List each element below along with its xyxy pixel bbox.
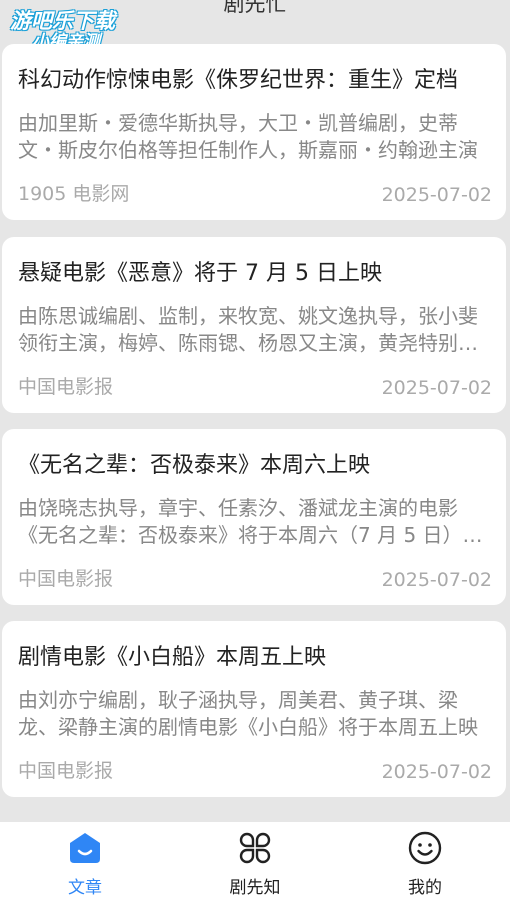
tab-articles[interactable]: 文章 — [0, 822, 170, 898]
article-title: 悬疑电影《恶意》将于 7 月 5 日上映 — [18, 261, 382, 286]
article-summary: 由饶晓志执导，章宇、任素汐、潘斌龙主演的电影《无名之辈：否极泰来》将于本周六（7… — [18, 496, 483, 547]
tab-mine[interactable]: 我的 — [340, 822, 510, 898]
article-summary: 由刘亦宁编剧，耿子涵执导，周美君、黄子琪、梁龙、梁静主演的剧情电影《小白船》将于… — [18, 688, 478, 739]
tab-label: 我的 — [408, 878, 442, 898]
article-title: 科幻动作惊悚电影《侏罗纪世界：重生》定档 — [18, 68, 459, 93]
watermark-line1: 游吧乐下载 — [10, 9, 115, 33]
article-date: 2025-07-02 — [381, 761, 492, 783]
tab-label: 文章 — [68, 878, 102, 898]
article-title: 剧情电影《小白船》本周五上映 — [18, 645, 327, 670]
article-card[interactable]: 科幻动作惊悚电影《侏罗纪世界：重生》定档 由加里斯・爱德华斯执导，大卫・凯普编剧… — [2, 44, 506, 220]
bottom-tab-bar: 文章 剧先知 我的 — [0, 822, 510, 898]
article-date: 2025-07-02 — [381, 184, 492, 206]
article-date: 2025-07-02 — [381, 569, 492, 591]
article-title: 《无名之辈：否极泰来》本周六上映 — [18, 453, 371, 478]
article-source: 中国电影报 — [18, 760, 114, 782]
article-summary: 由加里斯・爱德华斯执导，大卫・凯普编剧，史蒂文・斯皮尔伯格等担任制作人，斯嘉丽・… — [18, 111, 478, 162]
article-source: 1905 电影网 — [18, 183, 130, 205]
article-card[interactable]: 剧情电影《小白船》本周五上映 由刘亦宁编剧，耿子涵执导，周美君、黄子琪、梁龙、梁… — [2, 621, 506, 797]
tab-forecast[interactable]: 剧先知 — [170, 822, 340, 898]
article-date: 2025-07-02 — [381, 377, 492, 399]
article-summary: 由陈思诚编剧、监制，来牧宽、姚文逸执导，张小斐领衔主演，梅婷、陈雨锶、杨恩又主演… — [18, 304, 478, 355]
grid-icon — [239, 832, 271, 864]
home-icon — [70, 833, 100, 863]
app-screen: 剧先忙 游吧乐下载 小编亲测 科幻动作惊悚电影《侏罗纪世界：重生》定档 由加里斯… — [0, 0, 510, 898]
article-card[interactable]: 《无名之辈：否极泰来》本周六上映 由饶晓志执导，章宇、任素汐、潘斌龙主演的电影《… — [2, 429, 506, 605]
smiley-icon — [408, 831, 442, 865]
article-source: 中国电影报 — [18, 568, 114, 590]
article-source: 中国电影报 — [18, 376, 114, 398]
tab-label: 剧先知 — [229, 878, 281, 898]
article-card[interactable]: 悬疑电影《恶意》将于 7 月 5 日上映 由陈思诚编剧、监制，来牧宽、姚文逸执导… — [2, 237, 506, 413]
